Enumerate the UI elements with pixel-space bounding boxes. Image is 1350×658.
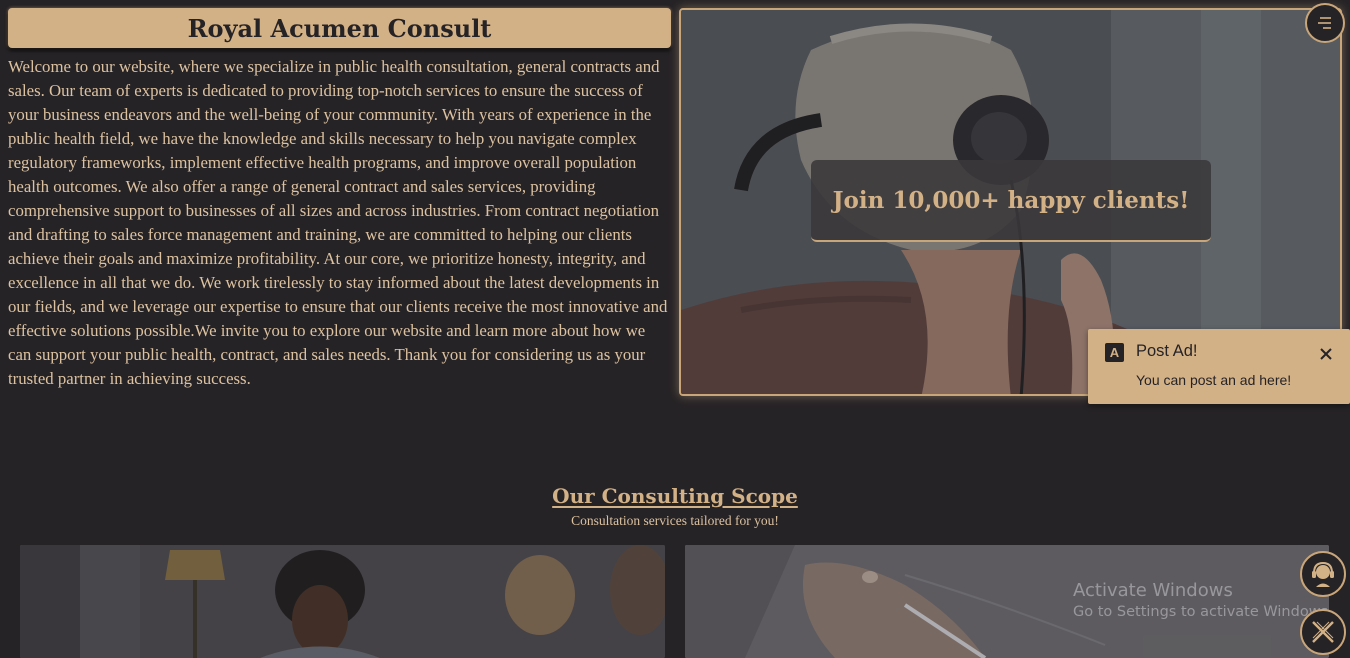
site-title-bar: Royal Acumen Consult: [8, 8, 671, 48]
menu-icon: [1318, 17, 1331, 29]
menu-button[interactable]: [1305, 3, 1345, 43]
intro-paragraph: Welcome to our website, where we special…: [8, 57, 668, 388]
cross-icon: [1312, 621, 1334, 643]
cta-text: Join 10,000+ happy clients!: [832, 186, 1190, 214]
headset-icon: [1312, 561, 1334, 587]
watermark-line-2: Go to Settings to activate Windows.: [1073, 604, 1333, 620]
windows-activation-watermark: Activate Windows Go to Settings to activ…: [1073, 580, 1333, 620]
cta-box: Join 10,000+ happy clients!: [811, 160, 1211, 242]
section-subtitle: Consultation services tailored for you!: [571, 513, 779, 528]
support-chat-button[interactable]: [1300, 551, 1346, 597]
toast-body: You can post an ad here!: [1136, 372, 1292, 388]
toast-title: Post Ad!: [1136, 342, 1198, 360]
post-ad-toast[interactable]: A Post Ad! You can post an ad here!: [1088, 329, 1350, 404]
site-title: Royal Acumen Consult: [187, 13, 492, 43]
toast-close-button[interactable]: [1316, 344, 1336, 364]
dismiss-button[interactable]: [1300, 609, 1346, 655]
scope-card-meeting[interactable]: [20, 545, 665, 658]
ad-badge-icon: A: [1105, 343, 1124, 362]
watermark-line-1: Activate Windows: [1073, 580, 1233, 601]
close-icon: [1320, 348, 1332, 360]
section-title[interactable]: Our Consulting Scope: [0, 484, 1350, 508]
consulting-scope-header: Our Consulting Scope Consultation servic…: [0, 484, 1350, 529]
meeting-image: [20, 545, 665, 658]
